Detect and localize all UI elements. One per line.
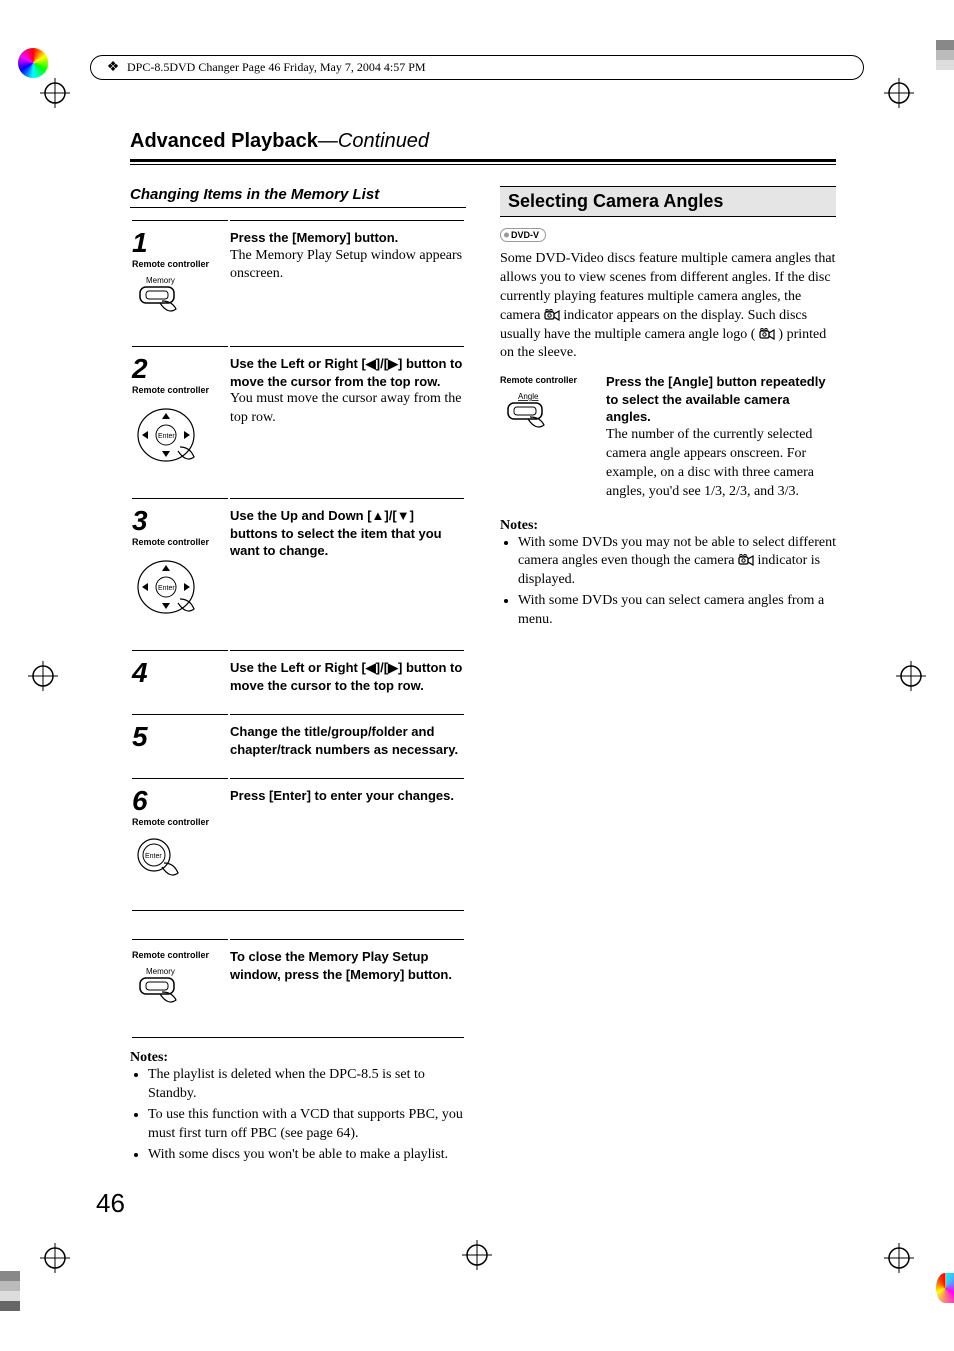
camera-angles-paragraph: Some DVD-Video discs feature multiple ca… [500,250,836,363]
subheading-rule [130,207,466,208]
note-item: The playlist is deleted when the DPC-8.5… [148,1066,466,1104]
note-item: With some DVDs you may not be able to se… [518,534,836,591]
heading-rule [130,159,836,162]
crop-mark-br [884,1243,944,1303]
step-row-3: 3 Remote controller Enter [132,498,464,648]
note-item: With some DVDs you can select camera ang… [518,592,836,630]
remote-controller-label: Remote controller [500,375,596,385]
camera-angle-icon [759,328,775,340]
notes-label-right: Notes: [500,518,836,534]
step-bold: Change the title/group/folder and chapte… [230,723,464,758]
memory-button-icon: Memory [132,966,192,1012]
step-row-6: 6 Remote controller Enter Press [Enter] … [132,778,464,908]
step-number: 3 [132,507,228,535]
page-number: 46 [96,1188,125,1219]
camera-angle-icon [738,554,754,566]
step-number: 2 [132,355,228,383]
angle-button-icon: Angle [500,391,560,441]
close-row: Remote controller Memory To close the Me… [132,939,464,1035]
section-title-camera-angles: Selecting Camera Angles [500,186,836,217]
step-number: 4 [132,659,228,687]
framemaker-bar: ❖ DPC-8.5DVD Changer Page 46 Friday, May… [90,55,864,80]
svg-text:Angle: Angle [518,392,539,401]
step-body: The Memory Play Setup window appears ons… [230,247,464,285]
note-item: With some discs you won't be able to mak… [148,1146,466,1165]
column-left: Changing Items in the Memory List 1 Remo… [130,186,466,1167]
page-heading: Advanced Playback—Continued [130,130,836,153]
registration-mark-right [896,661,926,691]
heading-main: Advanced Playback [130,130,318,152]
memory-button-icon: Memory [132,275,192,321]
camera-angle-icon [544,309,560,321]
registration-mark-left [28,661,58,691]
step-row-4: 4 Use the Left or Right [◀]/[▶] button t… [132,650,464,712]
step-row-2: 2 Remote controller Enter [132,346,464,496]
angle-instruction-block: Remote controller Angle Press the [Angle… [500,373,836,501]
page-content: Advanced Playback—Continued Changing Ite… [130,130,836,1167]
notes-label-left: Notes: [130,1050,466,1066]
crop-mark-bl [10,1243,70,1303]
dpad-icon: Enter [132,401,204,473]
crop-mark-tr [884,48,944,108]
disc-type-badge: DVD-V [500,228,546,242]
heading-continued: —Continued [318,130,429,152]
svg-text:Enter: Enter [145,853,162,860]
close-table: Remote controller Memory To close the Me… [130,937,466,1040]
step-table: 1 Remote controller Memory Press the [Me… [130,218,466,913]
dpad-icon: Enter [132,553,204,625]
enter-button-icon: Enter [132,833,188,885]
step-number: 5 [132,723,228,751]
svg-text:Enter: Enter [158,585,175,592]
remote-controller-label: Remote controller [132,259,228,269]
step-body: You must move the cursor away from the t… [230,390,464,428]
subheading-memory-list: Changing Items in the Memory List [130,186,466,203]
step-bold: Use the Left or Right [◀]/[▶] button to … [230,659,464,694]
memory-button-label: Memory [146,276,175,285]
svg-text:Memory: Memory [146,967,175,976]
remote-controller-label: Remote controller [132,385,228,395]
step-bold: Use the Left or Right [◀]/[▶] button to … [230,355,464,390]
angle-bold: Press the [Angle] button repeatedly to s… [606,373,836,426]
close-bold: To close the Memory Play Setup window, p… [230,948,464,983]
remote-controller-label: Remote controller [132,817,228,827]
framemaker-icon: ❖ [105,59,121,76]
remote-controller-label: Remote controller [132,950,228,960]
step-number: 6 [132,787,228,815]
notes-list-left: The playlist is deleted when the DPC-8.5… [134,1066,466,1164]
remote-controller-label: Remote controller [132,537,228,547]
crop-mark-tl [10,48,70,108]
column-right: Selecting Camera Angles DVD-V Some DVD-V… [500,186,836,1167]
angle-body: The number of the currently selected cam… [606,426,836,502]
note-item: To use this function with a VCD that sup… [148,1106,466,1144]
step-bold: Press [Enter] to enter your changes. [230,787,464,805]
framemaker-text: DPC-8.5DVD Changer Page 46 Friday, May 7… [127,60,426,75]
svg-text:Enter: Enter [158,433,175,440]
step-row-5: 5 Change the title/group/folder and chap… [132,714,464,776]
step-row-1: 1 Remote controller Memory Press the [Me… [132,220,464,344]
notes-list-right: With some DVDs you may not be able to se… [504,534,836,630]
step-number: 1 [132,229,228,257]
step-bold: Press the [Memory] button. [230,229,464,247]
step-bold: Use the Up and Down [▲]/[▼] buttons to s… [230,507,464,560]
registration-mark-bottom [462,1240,492,1270]
